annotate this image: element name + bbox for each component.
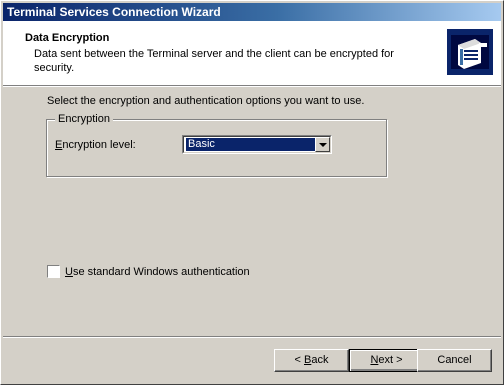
window-title: Terminal Services Connection Wizard (7, 5, 221, 19)
encryption-level-select[interactable]: Basic (182, 135, 332, 154)
instruction-text: Select the encryption and authentication… (47, 95, 365, 107)
encryption-level-label: Encryption level: (55, 139, 136, 151)
encryption-level-label-text: ncryption level: (62, 139, 136, 151)
windows-auth-label-text: se standard Windows authentication (72, 266, 250, 278)
windows-auth-checkbox[interactable] (47, 265, 60, 278)
server-wizard-icon (447, 29, 493, 75)
encryption-level-value: Basic (185, 137, 317, 152)
encryption-level-select-field: Basic (183, 136, 331, 153)
next-button-label: ext > (378, 354, 403, 366)
cancel-button[interactable]: Cancel (417, 349, 492, 372)
windows-auth-label[interactable]: Use standard Windows authentication (65, 266, 250, 278)
header-divider (3, 85, 501, 87)
page-subtitle: Data sent between the Terminal server an… (34, 48, 394, 74)
cancel-button-label: Cancel (437, 354, 472, 366)
windows-auth-mnemonic: U (65, 266, 73, 278)
dropdown-button[interactable] (315, 137, 330, 152)
encryption-group-label: Encryption (55, 113, 113, 125)
back-button-prefix: < (294, 354, 304, 366)
wizard-window: Terminal Services Connection Wizard Data… (0, 0, 504, 385)
page-title: Data Encryption (25, 32, 110, 44)
next-button[interactable]: Next > (349, 349, 424, 372)
chevron-down-icon (319, 143, 327, 147)
title-bar[interactable]: Terminal Services Connection Wizard (3, 3, 501, 21)
footer-divider (3, 336, 501, 338)
wizard-header: Data Encryption Data sent between the Te… (3, 21, 501, 85)
back-button-label: ack (311, 354, 329, 366)
back-button[interactable]: < Back (274, 349, 349, 372)
